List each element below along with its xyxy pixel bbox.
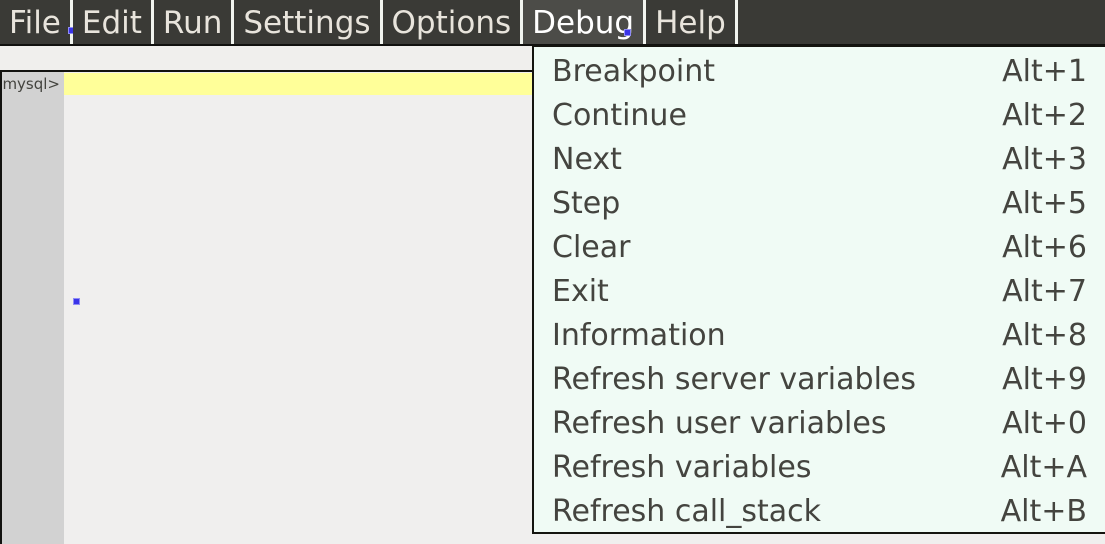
menu-item-label: Information	[552, 318, 726, 353]
menu-tab-label: Run	[162, 5, 223, 41]
menu-item-label: Clear	[552, 230, 631, 265]
menu-item-breakpoint[interactable]: Breakpoint Alt+1	[534, 50, 1105, 94]
menu-item-shortcut: Alt+A	[1000, 450, 1087, 485]
menu-item-information[interactable]: Information Alt+8	[534, 314, 1105, 358]
menu-item-label: Exit	[552, 274, 609, 309]
menu-item-label: Refresh user variables	[552, 406, 887, 441]
menu-item-shortcut: Alt+8	[1002, 318, 1087, 353]
editor-cursor-marker-icon	[73, 298, 80, 305]
menu-item-shortcut: Alt+7	[1002, 274, 1087, 309]
menu-tab-label: Options	[391, 5, 512, 41]
menu-tab-run[interactable]: Run	[153, 0, 232, 46]
menu-item-shortcut: Alt+5	[1002, 186, 1087, 221]
menu-item-shortcut: Alt+B	[1000, 494, 1087, 529]
menu-item-next[interactable]: Next Alt+3	[534, 138, 1105, 182]
menu-tab-label: Settings	[243, 5, 371, 41]
menu-item-step[interactable]: Step Alt+5	[534, 182, 1105, 226]
menu-tab-help[interactable]: Help	[646, 0, 735, 46]
mysql-prompt-label: mysql>	[2, 75, 60, 93]
menu-tab-options[interactable]: Options	[382, 0, 521, 46]
menu-item-label: Refresh server variables	[552, 362, 916, 397]
menu-item-clear[interactable]: Clear Alt+6	[534, 226, 1105, 270]
menu-tab-file[interactable]: File	[0, 0, 75, 46]
menu-item-shortcut: Alt+0	[1002, 406, 1087, 441]
menu-tab-debug[interactable]: Debug	[523, 0, 644, 46]
menu-item-label: Next	[552, 142, 622, 177]
menu-item-label: Refresh variables	[552, 450, 812, 485]
menu-tab-label: Debug	[532, 5, 635, 41]
menu-item-shortcut: Alt+9	[1002, 362, 1087, 397]
debug-dropdown-menu: Breakpoint Alt+1 Continue Alt+2 Next Alt…	[532, 45, 1105, 534]
menu-tab-label: Edit	[81, 5, 142, 41]
menu-item-label: Continue	[552, 98, 687, 133]
menu-item-label: Breakpoint	[552, 54, 715, 89]
menu-bar-filler	[737, 0, 1105, 46]
menu-item-shortcut: Alt+2	[1002, 98, 1087, 133]
menu-item-refresh-server-variables[interactable]: Refresh server variables Alt+9	[534, 358, 1105, 402]
menu-item-shortcut: Alt+1	[1002, 54, 1087, 89]
menu-bar: File Edit Run Settings Options Debug Hel…	[0, 0, 1105, 46]
menu-tab-label: File	[9, 5, 61, 41]
debug-marker-icon	[624, 29, 632, 36]
menu-item-refresh-user-variables[interactable]: Refresh user variables Alt+0	[534, 402, 1105, 446]
menu-item-shortcut: Alt+6	[1002, 230, 1087, 265]
menu-item-exit[interactable]: Exit Alt+7	[534, 270, 1105, 314]
menu-item-continue[interactable]: Continue Alt+2	[534, 94, 1105, 138]
menu-item-label: Refresh call_stack	[552, 494, 822, 529]
editor-gutter: mysql>	[2, 72, 64, 544]
menu-item-label: Step	[552, 186, 621, 221]
menu-tab-label: Help	[655, 5, 726, 41]
menu-tab-settings[interactable]: Settings	[234, 0, 380, 46]
menu-item-shortcut: Alt+3	[1002, 142, 1087, 177]
menu-tab-edit[interactable]: Edit	[72, 0, 151, 46]
menu-item-refresh-variables[interactable]: Refresh variables Alt+A	[534, 446, 1105, 490]
menu-item-refresh-call-stack[interactable]: Refresh call_stack Alt+B	[534, 490, 1105, 534]
